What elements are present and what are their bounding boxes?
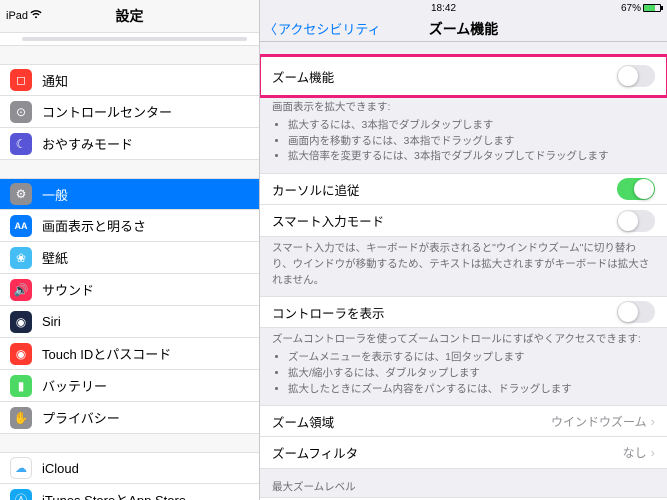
siri-icon: ◉ <box>10 311 32 333</box>
sidebar-item-notifications[interactable]: ◻︎ 通知 <box>0 64 259 96</box>
smart-typing-toggle[interactable] <box>617 210 655 232</box>
sidebar-item-touchid-passcode[interactable]: ◉ Touch IDとパスコード <box>0 338 259 370</box>
sidebar-item-battery[interactable]: ▮ バッテリー <box>0 370 259 402</box>
wifi-icon <box>30 10 42 22</box>
sidebar-title: 設定 <box>116 6 144 26</box>
page-title: ズーム機能 <box>429 19 499 39</box>
cloud-icon: ☁ <box>10 457 32 479</box>
zoom-toggle-row[interactable]: ズーム機能 <box>260 56 667 96</box>
hand-icon: ✋ <box>10 407 32 429</box>
zoom-filter-row[interactable]: ズームフィルタ なし › <box>260 437 667 469</box>
gear-icon: ⚙ <box>10 183 32 205</box>
smart-typing-help: スマート入力では、キーボードが表示されると"ウインドウズーム"に切り替わり、ウイ… <box>260 237 667 296</box>
controller-help-text: ズームコントローラを使ってズームコントロールにすばやくアクセスできます: ズーム… <box>260 328 667 405</box>
sidebar-item-display-brightness[interactable]: AA 画面表示と明るさ <box>0 210 259 242</box>
battery-indicator: 67% <box>621 3 661 14</box>
sidebar-item-do-not-disturb[interactable]: ☾ おやすみモード <box>0 128 259 160</box>
zoom-region-row[interactable]: ズーム領域 ウインドウズーム › <box>260 405 667 437</box>
display-icon: AA <box>10 215 32 237</box>
chevron-right-icon: › <box>651 414 655 429</box>
wallpaper-icon: ❀ <box>10 247 32 269</box>
appstore-icon: Ⓐ <box>10 489 32 500</box>
chevron-right-icon: › <box>651 445 655 460</box>
show-controller-toggle[interactable] <box>617 301 655 323</box>
follow-cursor-row[interactable]: カーソルに追従 <box>260 173 667 205</box>
device-indicator: iPad <box>6 10 42 22</box>
show-controller-row[interactable]: コントローラを表示 <box>260 296 667 328</box>
follow-cursor-toggle[interactable] <box>617 178 655 200</box>
back-button[interactable]: 〈 アクセシビリティ <box>264 19 381 38</box>
smart-typing-row[interactable]: スマート入力モード <box>260 205 667 237</box>
sidebar-item-wallpaper[interactable]: ❀ 壁紙 <box>0 242 259 274</box>
battery-icon: ▮ <box>10 375 32 397</box>
fingerprint-icon: ◉ <box>10 343 32 365</box>
sidebar-item-sounds[interactable]: 🔊 サウンド <box>0 274 259 306</box>
zoom-help-text: 画面表示を拡大できます: 拡大するには、3本指でダブルタップします 画面内を移動… <box>260 96 667 173</box>
sidebar-item-icloud[interactable]: ☁ iCloud <box>0 452 259 484</box>
sidebar-header: iPad 設定 <box>0 0 259 32</box>
detail-pane: 18:42 67% 〈 アクセシビリティ ズーム機能 ズーム機能 画面表示を拡大… <box>260 0 667 500</box>
sidebar-item-siri[interactable]: ◉ Siri <box>0 306 259 338</box>
control-center-icon: ⊙ <box>10 101 32 123</box>
sidebar-list[interactable]: ◻︎ 通知 ⊙ コントロールセンター ☾ おやすみモード ⚙ 一般 AA 画面表… <box>0 32 259 500</box>
status-bar: 18:42 67% <box>260 0 667 16</box>
status-time: 18:42 <box>431 3 456 14</box>
sidebar-partial-row[interactable] <box>0 32 259 46</box>
settings-sidebar: iPad 設定 ◻︎ 通知 ⊙ コントロールセンター ☾ おやすみモード <box>0 0 260 500</box>
moon-icon: ☾ <box>10 133 32 155</box>
zoom-toggle[interactable] <box>617 65 655 87</box>
sidebar-item-itunes-appstore[interactable]: Ⓐ iTunes StoreとApp Store <box>0 484 259 500</box>
speaker-icon: 🔊 <box>10 279 32 301</box>
sidebar-item-general[interactable]: ⚙ 一般 <box>0 178 259 210</box>
sidebar-item-privacy[interactable]: ✋ プライバシー <box>0 402 259 434</box>
notifications-icon: ◻︎ <box>10 69 32 91</box>
max-zoom-label: 最大ズームレベル <box>260 469 667 497</box>
nav-header: 〈 アクセシビリティ ズーム機能 <box>260 16 667 42</box>
settings-content[interactable]: ズーム機能 画面表示を拡大できます: 拡大するには、3本指でダブルタップします … <box>260 42 667 500</box>
chevron-left-icon: 〈 <box>264 19 277 38</box>
sidebar-item-control-center[interactable]: ⊙ コントロールセンター <box>0 96 259 128</box>
